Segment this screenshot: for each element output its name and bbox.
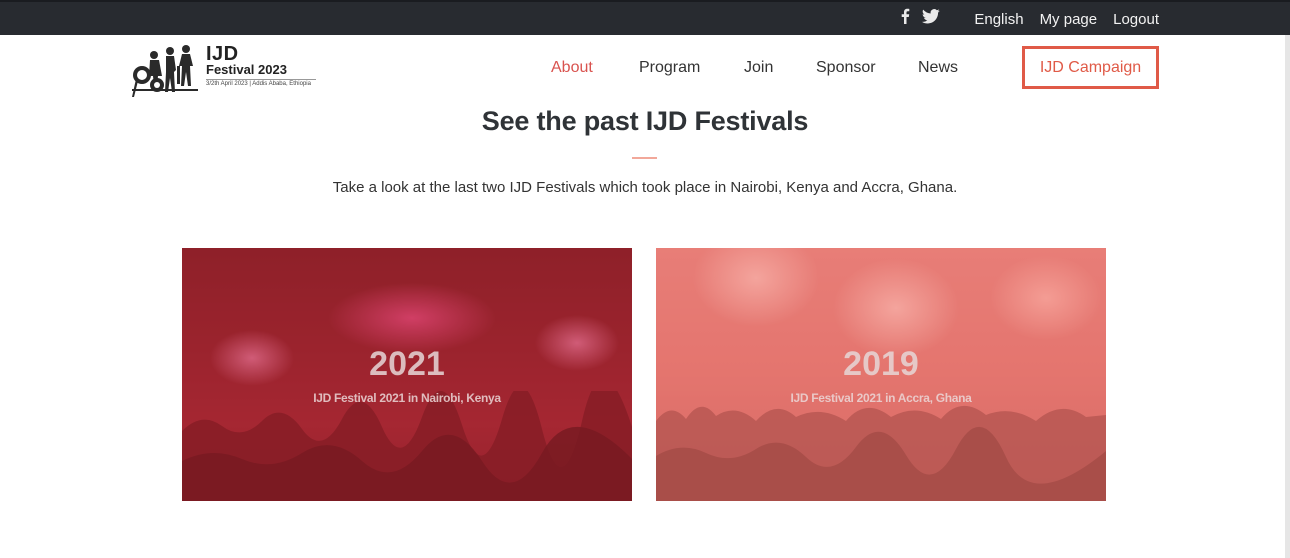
site-header: IJD Festival 2023 3/2th April 2023 | Add…	[0, 35, 1290, 103]
title-divider	[632, 157, 657, 159]
section-title: See the past IJD Festivals	[481, 106, 809, 136]
nav-about[interactable]: About	[551, 59, 593, 77]
top-bar: English My page Logout	[0, 0, 1290, 35]
language-link[interactable]: English	[974, 11, 1023, 28]
nav-join[interactable]: Join	[744, 59, 773, 77]
card-caption: IJD Festival 2021 in Accra, Ghana	[790, 391, 972, 405]
card-year: 2019	[843, 345, 919, 383]
card-caption: IJD Festival 2021 in Nairobi, Kenya	[313, 391, 501, 405]
nav-news[interactable]: News	[918, 59, 958, 77]
top-links: English My page Logout	[974, 11, 1159, 28]
festival-card-2019[interactable]: 2019 IJD Festival 2021 in Accra, Ghana	[656, 248, 1106, 501]
card-year: 2021	[369, 345, 445, 383]
twitter-icon[interactable]	[922, 8, 940, 24]
nav-sponsor[interactable]: Sponsor	[816, 59, 876, 77]
page-scrollbar[interactable]	[1285, 35, 1290, 558]
logout-link[interactable]: Logout	[1113, 11, 1159, 28]
social-links	[900, 8, 940, 24]
section-lead: Take a look at the last two IJD Festival…	[332, 179, 958, 196]
my-page-link[interactable]: My page	[1040, 11, 1098, 28]
facebook-icon[interactable]	[900, 8, 910, 24]
ijd-campaign-button[interactable]: IJD Campaign	[1022, 46, 1159, 89]
main-nav: About Program Join Sponsor News IJD Camp…	[0, 35, 1290, 103]
festival-card-2021[interactable]: 2021 IJD Festival 2021 in Nairobi, Kenya	[182, 248, 632, 501]
nav-program[interactable]: Program	[639, 59, 700, 77]
